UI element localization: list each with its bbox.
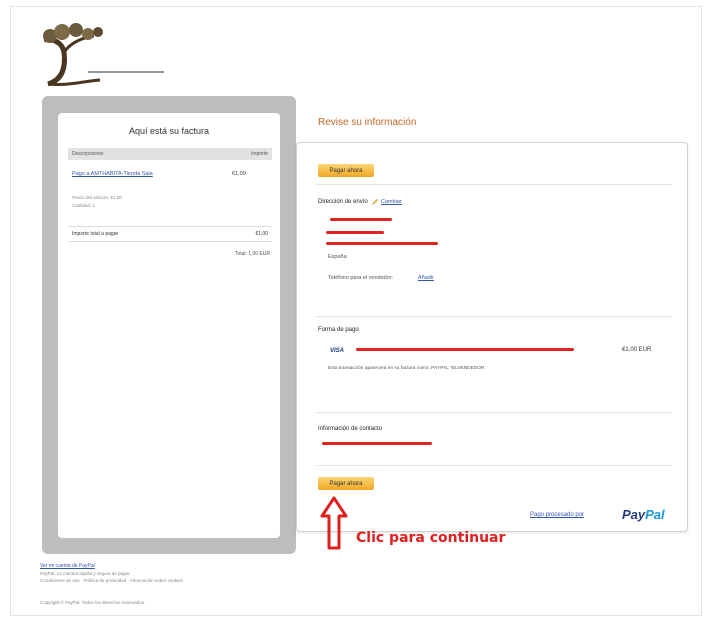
- shipping-change-link[interactable]: Cambiar: [381, 199, 402, 205]
- divider: [316, 412, 672, 413]
- invoice-card: Aquí está su factura Descripciones Impor…: [58, 113, 280, 538]
- add-phone-link[interactable]: Añadir: [418, 275, 434, 281]
- paypal-processed-link[interactable]: Pago procesado por: [530, 512, 584, 518]
- redacted-email: [322, 442, 432, 445]
- invoice-item-link[interactable]: Pago a AMTHABITA-Tienda Sala: [72, 171, 212, 178]
- pay-now-button-bottom[interactable]: Pagar ahora: [318, 477, 374, 490]
- invoice-total-row: Importe total a pagar €1,00: [68, 226, 272, 242]
- invoice-total-label: Importe total a pagar: [72, 231, 119, 237]
- invoice-total-value: €1,00: [255, 231, 268, 237]
- payment-amount: €1,00 EUR: [622, 347, 652, 353]
- invoice-item-price: €1,00: [232, 171, 246, 177]
- up-arrow-icon: [320, 496, 348, 550]
- payment-note: Esta transacción aparecerá en su factura…: [328, 366, 485, 371]
- footer-text: PayPal. La manera rápida y segura de pag…: [40, 571, 131, 576]
- redacted-card-number: [356, 348, 574, 351]
- footer-account-link[interactable]: Ver mi cuenta de PayPal: [40, 563, 95, 569]
- paypal-logo-part1: Pay: [622, 507, 646, 522]
- review-heading: Revise su información: [318, 117, 417, 128]
- shipping-country: España: [328, 254, 347, 260]
- payment-method-label: Forma de pago: [318, 327, 359, 333]
- invoice-total-footer: Total: 1,00 EUR: [234, 251, 270, 257]
- column-description: Descripciones: [72, 151, 104, 157]
- invoice-item-quantity: Cantidad: 1: [72, 203, 96, 208]
- pencil-icon: [372, 199, 378, 205]
- footer-links[interactable]: Condiciones de uso · Política de privaci…: [40, 578, 183, 583]
- paypal-logo-part2: Pal: [645, 507, 665, 522]
- divider: [316, 465, 672, 466]
- divider: [316, 316, 672, 317]
- redacted-address-line-2: [326, 242, 438, 245]
- divider: [316, 184, 672, 185]
- invoice-item-unit-price: Precio del artículo: €1,00: [72, 195, 122, 200]
- pay-now-button-top[interactable]: Pagar ahora: [318, 164, 374, 177]
- tree-logo-icon: [43, 23, 164, 87]
- visa-logo-icon: VISA: [330, 348, 345, 354]
- redacted-address-line-1: [326, 231, 384, 234]
- invoice-title: Aquí está su factura: [128, 126, 210, 136]
- shipping-label: Dirección de envío: [318, 199, 368, 205]
- paypal-logo: PayPal: [622, 507, 665, 522]
- annotation-label: Clic para continuar: [356, 530, 506, 546]
- footer-copyright: Copyright © PayPal. Todos los derechos r…: [40, 600, 146, 605]
- contact-label: Información de contacto: [318, 426, 383, 432]
- invoice-header-row: Descripciones Importe: [68, 148, 272, 160]
- phone-label: Teléfono para el vendedor:: [328, 275, 394, 281]
- redacted-name: [330, 218, 392, 221]
- column-amount: Importe: [251, 151, 268, 157]
